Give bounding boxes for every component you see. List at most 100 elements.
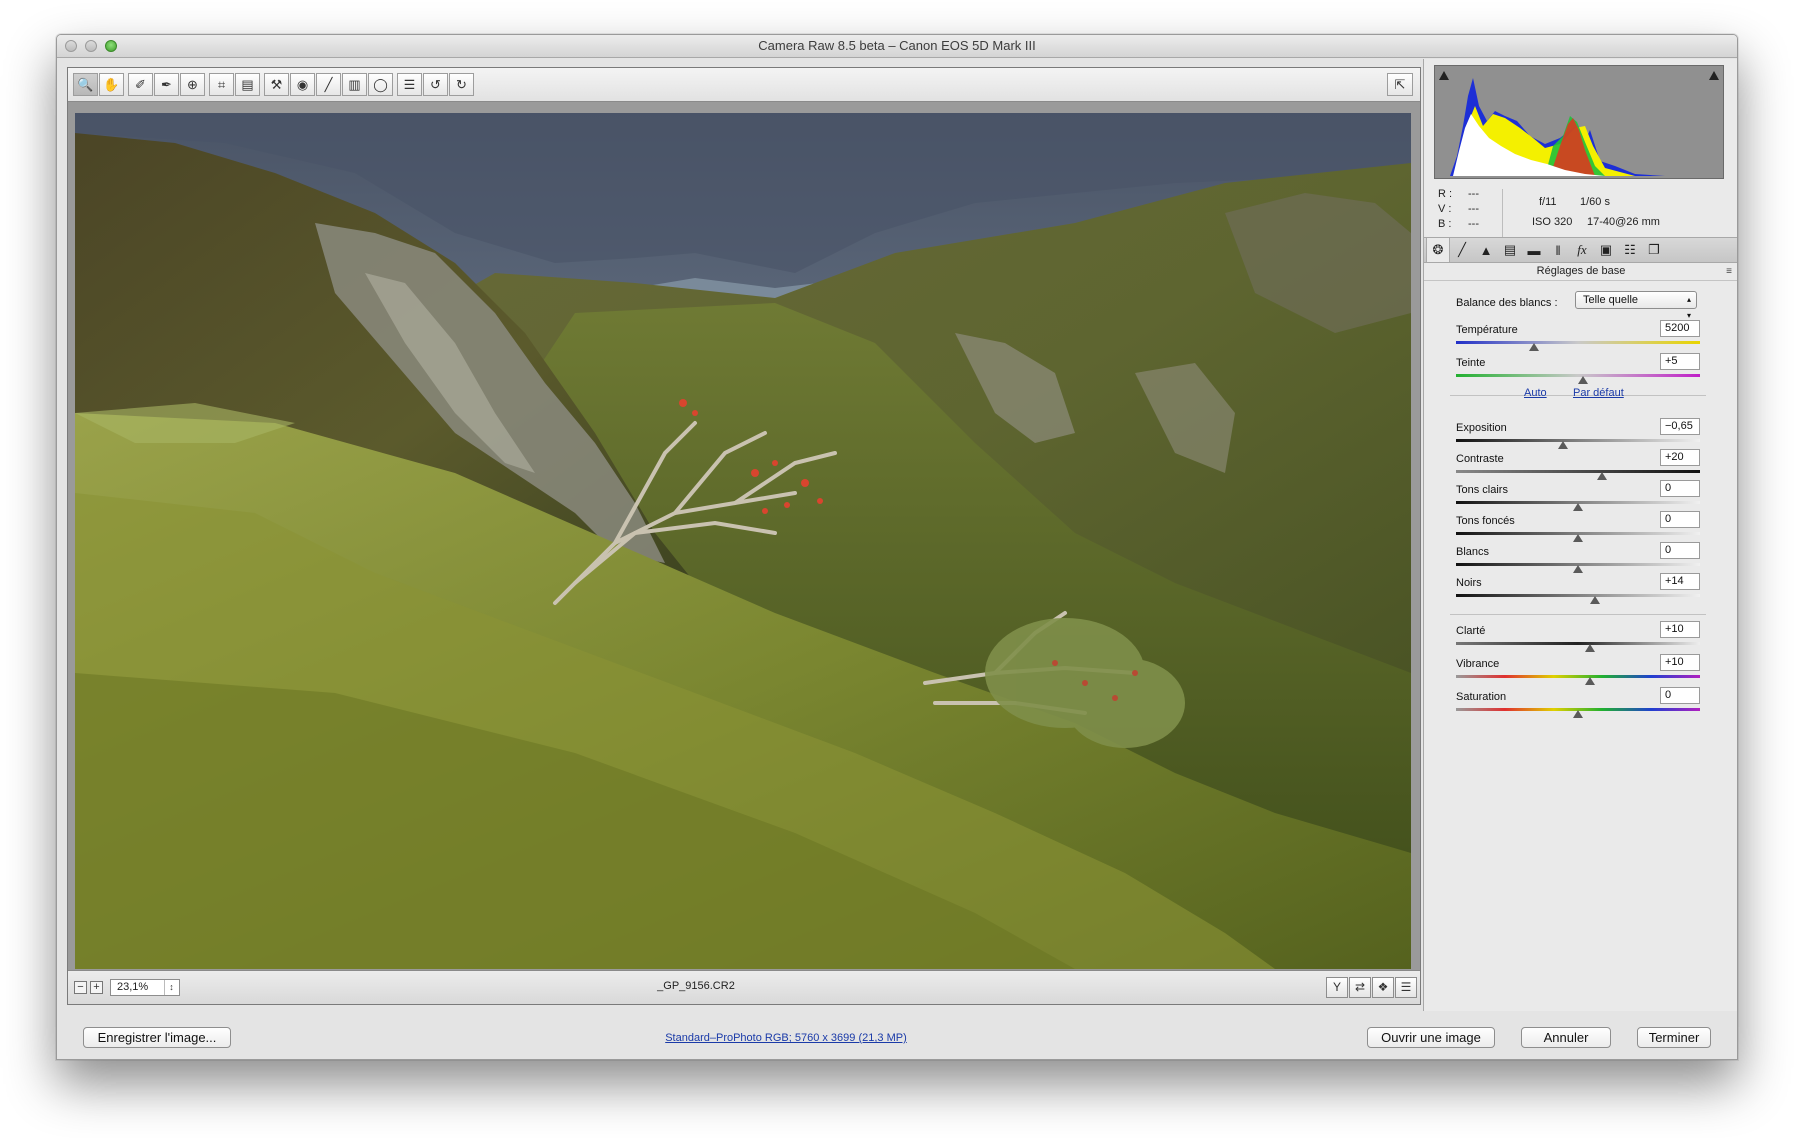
tab-presets[interactable]: ☷ bbox=[1618, 238, 1642, 262]
radial-filter-tool-button[interactable]: ◯ bbox=[368, 73, 393, 96]
slider-thumb[interactable] bbox=[1573, 534, 1583, 542]
slider-thumb[interactable] bbox=[1585, 677, 1596, 685]
fullscreen-button[interactable]: ⇱ bbox=[1387, 73, 1413, 96]
slider-track[interactable] bbox=[1456, 594, 1700, 597]
minimize-window-button[interactable] bbox=[85, 40, 97, 52]
preview-preferences-button[interactable]: ☰ bbox=[1395, 977, 1417, 998]
v-value: --- bbox=[1468, 203, 1479, 215]
panel-menu-icon[interactable]: ≡ bbox=[1726, 266, 1732, 277]
default-link[interactable]: Par défaut bbox=[1573, 387, 1624, 399]
image-viewer: 🔍 ✋ ✐ ✒ ⊕ ⌗ ▤ ⚒ ◉ ╱ ▥ ◯ ☰ ↺ ↻ ⇱ − + 23,1… bbox=[67, 67, 1421, 1005]
close-window-button[interactable] bbox=[65, 40, 77, 52]
histogram bbox=[1434, 65, 1724, 179]
histogram-graph bbox=[1450, 78, 1665, 176]
tab-lens-corrections[interactable]: ‖ bbox=[1546, 238, 1570, 262]
slider-track[interactable] bbox=[1456, 341, 1700, 344]
slider-value-field[interactable]: +10 bbox=[1660, 654, 1700, 671]
workflow-options-link: Standard–ProPhoto RGB; 5760 x 3699 (21,3… bbox=[57, 1032, 1515, 1044]
tab-split-toning[interactable]: ▬ bbox=[1522, 238, 1546, 262]
tone-curve-icon: ╱ bbox=[1458, 242, 1466, 257]
straighten-tool-button[interactable]: ▤ bbox=[235, 73, 260, 96]
highlight-clipping-icon[interactable] bbox=[1707, 68, 1721, 82]
target-adjust-tool-button[interactable]: ⊕ bbox=[180, 73, 205, 96]
before-after-icon: Y bbox=[1332, 980, 1341, 994]
target-adjust-icon: ⊕ bbox=[187, 76, 198, 92]
tab-detail[interactable]: ▲ bbox=[1474, 238, 1498, 262]
zoom-tool-button[interactable]: 🔍 bbox=[73, 73, 98, 96]
rotate-left-button[interactable]: ↺ bbox=[423, 73, 448, 96]
window-title: Camera Raw 8.5 beta – Canon EOS 5D Mark … bbox=[758, 38, 1036, 53]
tab-camera-calibration[interactable]: ▣ bbox=[1594, 238, 1618, 262]
panel-title: Réglages de base bbox=[1424, 263, 1737, 281]
white-balance-select[interactable]: Telle quelle ▴ ▾ bbox=[1575, 291, 1697, 320]
exif-info: f/11 1/60 s ISO 320 17-40@26 mm bbox=[1532, 192, 1660, 232]
slider-thumb[interactable] bbox=[1529, 343, 1540, 351]
white-balance-tool-button[interactable]: ✐ bbox=[128, 73, 153, 96]
preferences-button[interactable]: ☰ bbox=[397, 73, 422, 96]
v-label: V : bbox=[1438, 203, 1452, 215]
crop-tool-button[interactable]: ⌗ bbox=[209, 73, 234, 96]
b-value: --- bbox=[1468, 218, 1479, 230]
readout-separator bbox=[1502, 189, 1503, 237]
swap-settings-button[interactable]: ⇄ bbox=[1349, 977, 1371, 998]
hand-tool-button[interactable]: ✋ bbox=[99, 73, 124, 96]
lens: 17-40@26 mm bbox=[1587, 216, 1660, 228]
slider-thumb[interactable] bbox=[1577, 376, 1588, 384]
slider-thumb[interactable] bbox=[1558, 441, 1569, 449]
open-image-button[interactable]: Ouvrir une image bbox=[1367, 1027, 1495, 1048]
title-bar[interactable]: Camera Raw 8.5 beta – Canon EOS 5D Mark … bbox=[57, 35, 1737, 58]
red-eye-icon: ◉ bbox=[296, 76, 309, 92]
tab-basic[interactable]: ❂ bbox=[1426, 238, 1450, 262]
slider-value-field[interactable]: +20 bbox=[1660, 449, 1700, 466]
slider-value-field[interactable]: 0 bbox=[1660, 542, 1700, 559]
workflow-options-text[interactable]: Standard–ProPhoto RGB; 5760 x 3699 (21,3… bbox=[665, 1032, 907, 1044]
slider-label: Exposition bbox=[1456, 422, 1507, 434]
camera-icon: ▣ bbox=[1599, 242, 1613, 257]
zoom-window-button[interactable] bbox=[105, 40, 117, 52]
slider-label: Tons foncés bbox=[1456, 515, 1515, 527]
adjustment-brush-tool-button[interactable]: ╱ bbox=[316, 73, 341, 96]
done-button[interactable]: Terminer bbox=[1637, 1027, 1711, 1048]
slider-value-field[interactable]: −0,65 bbox=[1660, 418, 1700, 435]
tab-effects[interactable]: fx bbox=[1570, 238, 1594, 262]
slider-value-field[interactable]: +5 bbox=[1660, 353, 1700, 370]
white-balance-icon: ✐ bbox=[135, 76, 146, 92]
slider-thumb[interactable] bbox=[1573, 710, 1583, 718]
slider-track[interactable] bbox=[1456, 642, 1700, 645]
slider-thumb[interactable] bbox=[1573, 565, 1583, 573]
slider-thumb[interactable] bbox=[1585, 644, 1596, 652]
slider-value-field[interactable]: +14 bbox=[1660, 573, 1700, 590]
photo-preview[interactable] bbox=[75, 113, 1411, 969]
swap-icon: ⇄ bbox=[1354, 980, 1366, 994]
copy-icon: ❖ bbox=[1377, 980, 1389, 994]
copy-settings-button[interactable]: ❖ bbox=[1372, 977, 1394, 998]
slider-track[interactable] bbox=[1456, 470, 1700, 473]
rgb-readout: R : --- V : --- B : --- bbox=[1438, 187, 1479, 232]
slider-track[interactable] bbox=[1456, 675, 1700, 678]
cancel-button[interactable]: Annuler bbox=[1521, 1027, 1611, 1048]
spot-removal-tool-button[interactable]: ⚒ bbox=[264, 73, 289, 96]
slider-value-field[interactable]: 5200 bbox=[1660, 320, 1700, 337]
presets-icon: ☷ bbox=[1624, 242, 1636, 257]
slider-track[interactable] bbox=[1456, 439, 1700, 442]
rotate-right-button[interactable]: ↻ bbox=[449, 73, 474, 96]
slider-value-field[interactable]: +10 bbox=[1660, 621, 1700, 638]
slider-thumb[interactable] bbox=[1573, 503, 1583, 511]
slider-thumb[interactable] bbox=[1590, 596, 1601, 604]
red-eye-tool-button[interactable]: ◉ bbox=[290, 73, 315, 96]
auto-link[interactable]: Auto bbox=[1524, 387, 1547, 399]
fx-icon: fx bbox=[1577, 242, 1587, 257]
shadow-clipping-icon[interactable] bbox=[1437, 68, 1451, 82]
radial-filter-icon: ◯ bbox=[373, 76, 388, 92]
aperture-icon: ❂ bbox=[1432, 242, 1444, 257]
before-after-toggle[interactable]: Y bbox=[1326, 977, 1348, 998]
tab-tone-curve[interactable]: ╱ bbox=[1450, 238, 1474, 262]
color-sampler-tool-button[interactable]: ✒ bbox=[154, 73, 179, 96]
slider-value-field[interactable]: 0 bbox=[1660, 687, 1700, 704]
slider-value-field[interactable]: 0 bbox=[1660, 480, 1700, 497]
graduated-filter-tool-button[interactable]: ▥ bbox=[342, 73, 367, 96]
slider-value-field[interactable]: 0 bbox=[1660, 511, 1700, 528]
tab-snapshots[interactable]: ❐ bbox=[1642, 238, 1666, 262]
slider-thumb[interactable] bbox=[1597, 472, 1608, 480]
tab-hsl[interactable]: ▤ bbox=[1498, 238, 1522, 262]
